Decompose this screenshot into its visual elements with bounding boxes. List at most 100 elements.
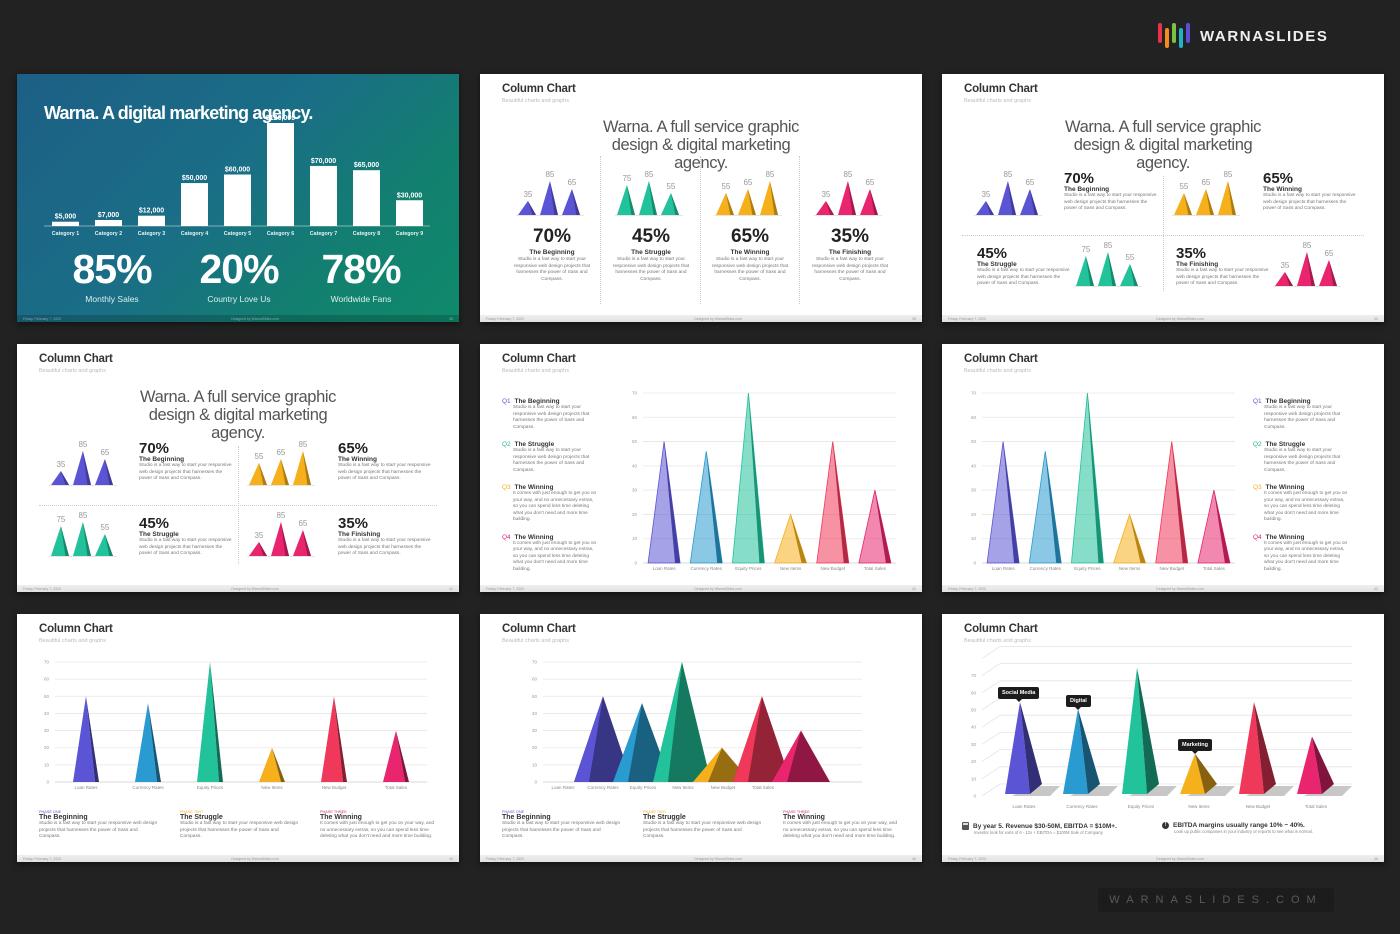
- stat-desc: Studio is a fast way to start your respo…: [139, 463, 232, 481]
- phase-block: PHASE TWO The Struggle Studio is a fast wa…: [180, 810, 300, 841]
- data-label: $7,000: [98, 212, 120, 219]
- stat-block: 35% The Finishing Studio is a fast way to …: [1176, 246, 1271, 288]
- category-label: Category 9: [396, 231, 423, 237]
- slide-3-thumbnail[interactable]: Column Chart Beautiful charts and graphs…: [942, 74, 1384, 322]
- quarter-list: Q1 The Beginning Studio is a fast way to …: [1253, 398, 1363, 583]
- quarter-number: Q4: [1253, 533, 1262, 541]
- value-label: 55: [721, 182, 730, 191]
- footer-date: Friday, February 7, 2020: [23, 586, 62, 591]
- value-label: 65: [1201, 178, 1210, 187]
- y-tick-label: 60: [44, 677, 50, 682]
- calculator-icon: [962, 822, 969, 830]
- y-tick-label: 30: [532, 728, 538, 733]
- x-tick-label: Total Sales: [1305, 804, 1328, 809]
- stat-desc: Studio is a fast way to start your respo…: [711, 257, 789, 282]
- phase-desc: It comes with just enough to get you on …: [783, 821, 898, 839]
- x-tick-label: New Budget: [711, 785, 736, 790]
- stat-label: Country Love Us: [207, 294, 271, 304]
- gridline-side: [981, 732, 1001, 745]
- phase-block: PHASE TWO The Struggle Studio is a fast wa…: [643, 810, 763, 841]
- value-label: 75: [56, 515, 65, 524]
- x-tick-label: Currency Rates: [587, 785, 619, 790]
- stat-column: 35% The Finishing Studio is a fast way to …: [800, 224, 900, 283]
- bar: [138, 215, 165, 226]
- x-tick-label: Loan Rates: [74, 785, 98, 790]
- slide-footer: Friday, February 7, 2020 Designed by War…: [480, 315, 922, 322]
- stat-name: The Beginning: [529, 249, 575, 256]
- slide-7-thumbnail[interactable]: Column Chart Beautiful charts and graphs…: [17, 614, 459, 862]
- category-label: Category 2: [95, 231, 122, 237]
- slide-footer: Friday, February 7, 2020 Designed by War…: [17, 855, 459, 862]
- y-tick-label: 10: [971, 536, 977, 541]
- footer-date: Friday, February 7, 2020: [948, 586, 987, 591]
- stat-desc: Studio is a fast way to start your respo…: [1176, 268, 1269, 286]
- slide-footer: Friday, February 7, 2020 Designed by War…: [480, 855, 922, 862]
- x-tick-label: Equity Prices: [630, 785, 657, 790]
- slide-6-thumbnail[interactable]: Column Chart Beautiful charts and graphs…: [942, 344, 1384, 592]
- slide-footer: Friday, February 7, 2020 Designed by War…: [17, 585, 459, 592]
- stat-desc: Studio is a fast way to start your respo…: [1064, 193, 1157, 211]
- data-label: $70,000: [311, 158, 336, 165]
- slide-8-thumbnail[interactable]: Column Chart Beautiful charts and graphs…: [480, 614, 922, 862]
- value-label: 35: [56, 460, 65, 469]
- phase-block: PHASE ONE The Beginning Studio is a fast w…: [39, 810, 159, 841]
- value-label: 85: [644, 170, 653, 179]
- slide-1-thumbnail[interactable]: Warna. A digital marketing agency. $5,00…: [17, 74, 459, 322]
- quarter-item: Q2 The Struggle Studio is a fast way to s…: [1253, 441, 1363, 474]
- y-tick-label: 10: [532, 762, 538, 767]
- stat-label: Monthly Sales: [85, 294, 139, 304]
- value-label: 65: [100, 448, 109, 457]
- x-tick-label: Total Sales: [385, 785, 408, 790]
- y-tick-label: 20: [971, 512, 977, 517]
- x-tick-label: Currency Rates: [1066, 804, 1098, 809]
- footer-brand-url[interactable]: WARNASLIDES.COM: [1098, 888, 1334, 912]
- phase-desc: Studio is a fast way to start your respo…: [502, 821, 621, 839]
- value-label: 85: [843, 170, 852, 179]
- stat-value: 78%: [321, 246, 401, 292]
- phase-desc: Studio is a fast way to start your respo…: [643, 821, 762, 839]
- y-tick-label: 0: [634, 561, 637, 566]
- y-tick-label: 30: [971, 488, 977, 493]
- x-tick-label: Equity Prices: [735, 566, 762, 571]
- stat-desc: Studio is a fast way to start your respo…: [612, 257, 690, 282]
- phase-desc: Studio is a fast way to start your respo…: [39, 821, 158, 839]
- x-tick-label: Total Sales: [752, 785, 775, 790]
- quarter-item: Q4 The Winning It comes with just enough …: [1253, 534, 1363, 574]
- stat-percent: 45%: [139, 515, 170, 532]
- stat-desc: Studio is a fast way to start your respo…: [139, 538, 232, 556]
- stat-desc: Studio is a fast way to start your respo…: [338, 538, 431, 556]
- category-label: Category 5: [224, 231, 251, 237]
- mini-triangle-charts: 35 85 65 75 85 55 55 65 85 35 85 65: [516, 170, 882, 216]
- note-desc: Look up public companies in your industr…: [1174, 829, 1313, 834]
- phase-name: The Winning: [320, 814, 362, 821]
- data-label: $5,000: [55, 214, 77, 221]
- y-tick-label: 40: [971, 463, 977, 468]
- slide-4-thumbnail[interactable]: Column Chart Beautiful charts and graphs…: [17, 344, 459, 592]
- data-label: $65,000: [354, 162, 379, 169]
- x-tick-label: Loan Rates: [1012, 804, 1036, 809]
- divider: [39, 505, 437, 506]
- value-label: 55: [100, 523, 109, 532]
- y-tick-label: 10: [971, 776, 977, 781]
- x-tick-label: New Items: [672, 785, 694, 790]
- stat-value: 20%: [199, 246, 279, 292]
- quarter-name: The Struggle: [1263, 441, 1306, 448]
- y-tick-label: 50: [971, 439, 977, 444]
- footer-date: Friday, February 7, 2020: [948, 316, 987, 321]
- x-tick-label: Equity Prices: [1074, 566, 1101, 571]
- slide-2-thumbnail[interactable]: Column Chart Beautiful charts and graphs…: [480, 74, 922, 322]
- stat-column: 65% The Winning Studio is a fast way to st…: [700, 224, 800, 283]
- stat-name: The Struggle: [977, 261, 1017, 268]
- gridline-side: [981, 766, 1001, 780]
- footer-credit: Designed by WarnaSlides.com: [694, 586, 742, 591]
- value-label: 55: [1125, 253, 1134, 262]
- x-tick-label: Loan Rates: [992, 566, 1016, 571]
- x-tick-label: Loan Rates: [551, 785, 575, 790]
- gridline-side: [981, 749, 1001, 762]
- slide-9-thumbnail[interactable]: Column Chart Beautiful charts and graphs…: [942, 614, 1384, 862]
- slide-5-thumbnail[interactable]: Column Chart Beautiful charts and graphs…: [480, 344, 922, 592]
- value-label: 85: [276, 511, 285, 520]
- stat-percent: 70%: [532, 226, 572, 247]
- divider: [1163, 176, 1164, 291]
- page-number: 40: [1374, 316, 1378, 321]
